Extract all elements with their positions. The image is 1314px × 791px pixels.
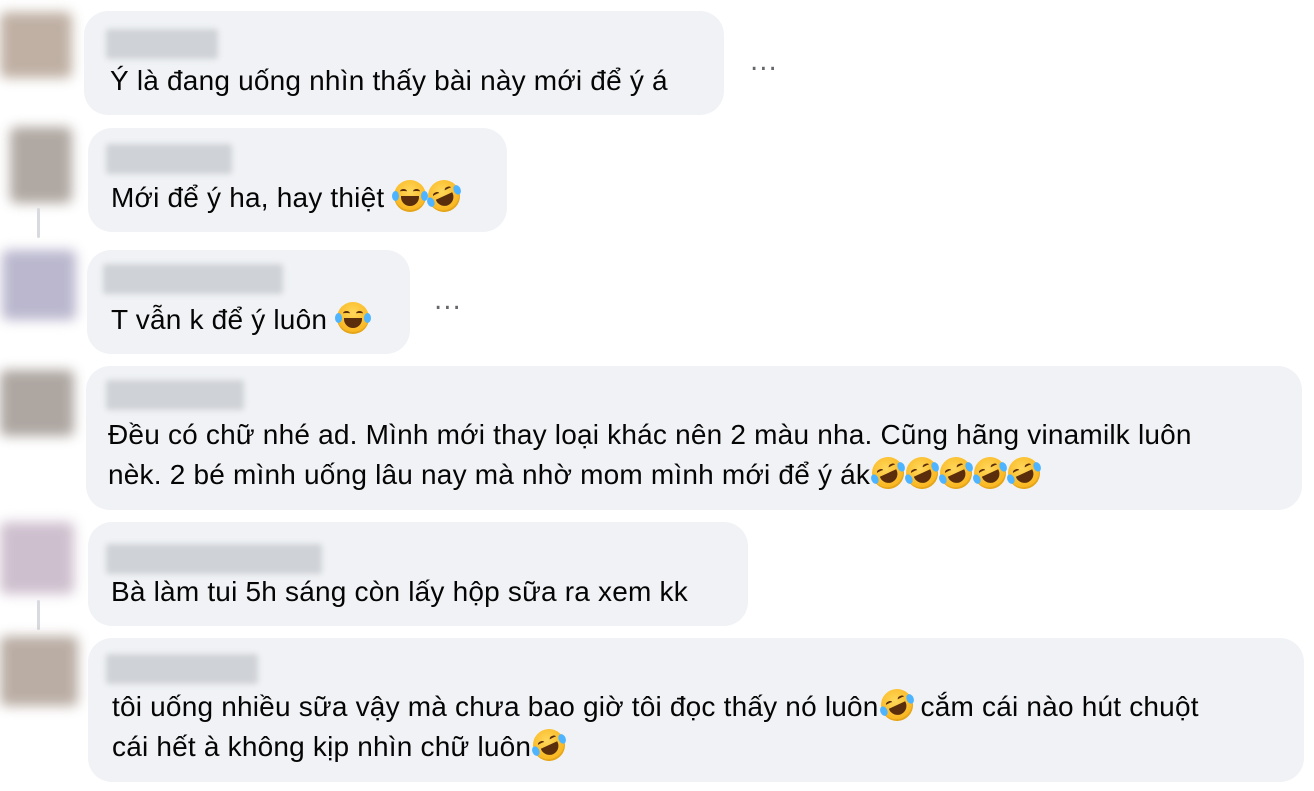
more-options-button[interactable]: ... [750,49,778,75]
comment-text-content: Mới để ý ha, hay thiệt [111,182,385,213]
avatar[interactable] [0,636,78,706]
comment-text-line2: nèk. 2 bé mình uống lâu nay mà nhờ mom m… [108,451,1046,495]
comment-text: T vẫn k để ý luôn [111,302,372,338]
comment-text-content: tôi uống nhiều sữa vậy mà chưa bao giờ t… [112,691,879,722]
commenter-name[interactable] [103,264,283,294]
comment-text: Mới để ý ha, hay thiệt [111,174,466,218]
avatar[interactable] [0,12,72,78]
commenter-name[interactable] [106,144,232,174]
more-options-button[interactable]: ... [434,288,462,314]
rolling-on-floor-laughing-icon [423,174,466,218]
comment-bubble: Mới để ý ha, hay thiệt [88,128,507,232]
commenter-name[interactable] [106,654,258,684]
comment-bubble: tôi uống nhiều sữa vậy mà chưa bao giờ t… [88,638,1304,782]
thread-line [37,600,40,630]
comment-bubble: T vẫn k để ý luôn [87,250,410,354]
rolling-on-floor-laughing-icon [527,723,571,767]
face-with-tears-of-joy-icon [335,302,372,334]
face-with-tears-of-joy-icon [392,180,429,212]
comment-text-line1: tôi uống nhiều sữa vậy mà chưa bao giờ t… [112,683,1199,727]
rolling-on-floor-laughing-icon [1002,451,1046,495]
avatar[interactable] [0,522,74,594]
comment-text: Bà làm tui 5h sáng còn lấy hộp sữa ra xe… [111,576,688,607]
commenter-name[interactable] [106,29,218,59]
comment-bubble: Bà làm tui 5h sáng còn lấy hộp sữa ra xe… [88,522,748,626]
comment-text-content: T vẫn k để ý luôn [111,304,328,335]
rolling-on-floor-laughing-icon [875,683,918,727]
commenter-name[interactable] [106,544,322,574]
avatar[interactable] [10,127,72,203]
rolling-on-floor-laughing-icon [968,451,1012,495]
comment-text-content: nèk. 2 bé mình uống lâu nay mà nhờ mom m… [108,459,871,490]
rolling-on-floor-laughing-icon [934,451,978,495]
comment-text-content: cắm cái nào hút chuột [912,691,1199,722]
comment-text-line2: cái hết à không kịp nhìn chữ luôn [112,723,571,767]
comment-bubble: Đều có chữ nhé ad. Mình mới thay loại kh… [86,366,1302,510]
comment-text: Ý là đang uống nhìn thấy bài này mới để … [110,65,668,96]
commenter-name[interactable] [106,380,244,410]
comment-bubble: Ý là đang uống nhìn thấy bài này mới để … [84,11,724,115]
rolling-on-floor-laughing-icon [900,451,944,495]
comment-text-line1: Đều có chữ nhé ad. Mình mới thay loại kh… [108,419,1192,450]
rolling-on-floor-laughing-icon [866,451,910,495]
comment-text-content: cái hết à không kịp nhìn chữ luôn [112,731,532,762]
thread-line [37,208,40,238]
avatar[interactable] [2,250,76,320]
avatar[interactable] [0,370,74,436]
